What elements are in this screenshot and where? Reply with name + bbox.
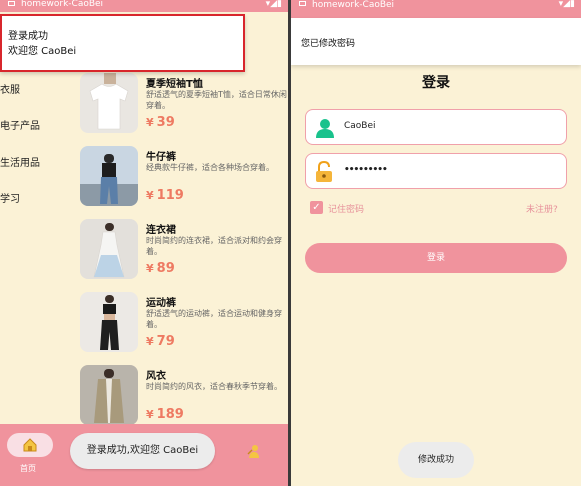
password-value: ••••••••• (344, 165, 388, 175)
lock-icon (316, 161, 332, 182)
signal-battery-icon: ▾◢▮ (265, 0, 282, 9)
product-item[interactable]: 牛仔裤 经典款牛仔裤，适合各种场合穿着。 ¥119 (80, 146, 288, 206)
product-price: ¥39 (146, 115, 175, 130)
home-icon (23, 438, 37, 452)
product-name: 夏季短袖T恤 (146, 79, 203, 90)
modify-success-toast: 修改成功 (398, 442, 474, 478)
login-screen: homework-CaoBei ▾◢▮ 您已修改密码 登录 CaoBei •••… (291, 0, 581, 486)
product-item[interactable]: 运动裤 舒适透气的运动裤，适合运动和健身穿着。 ¥79 (80, 292, 288, 352)
password-field[interactable]: ••••••••• (305, 153, 567, 189)
page-title: 登录 (422, 75, 450, 91)
checkbox-checked-icon[interactable]: ✓ (310, 201, 323, 214)
product-item[interactable]: 风衣 时尚简约的风衣，适合春秋季节穿着。 ¥189 (80, 365, 288, 425)
login-toast: 登录成功,欢迎您 CaoBei (70, 433, 215, 469)
notification-title: 登录成功 (8, 31, 48, 42)
notification-body: 欢迎您 CaoBei (8, 46, 77, 57)
tab-home-label: 首页 (20, 464, 36, 473)
username-value: CaoBei (344, 121, 376, 131)
bottom-tab-bar: 首页 登录成功,欢迎您 CaoBei (0, 424, 288, 486)
tab-profile[interactable] (246, 443, 262, 463)
user-icon (316, 119, 334, 138)
product-item[interactable]: 连衣裙 时尚简约的连衣裙，适合派对和约会穿着。 ¥89 (80, 219, 288, 279)
category-clothes[interactable]: 衣服 (0, 81, 20, 96)
product-name: 风衣 (146, 371, 166, 382)
tab-home[interactable] (7, 433, 53, 457)
product-price: ¥119 (146, 188, 184, 203)
username-field[interactable]: CaoBei (305, 109, 567, 145)
product-description: 时尚简约的连衣裙，适合派对和约会穿着。 (146, 236, 282, 256)
category-daily-goods[interactable]: 生活用品 (0, 154, 40, 169)
category-electronics[interactable]: 电子产品 (0, 117, 40, 132)
status-app-title: homework-CaoBei (312, 0, 395, 10)
product-name: 连衣裙 (146, 225, 176, 236)
status-bar: homework-CaoBei ▾◢▮ (0, 0, 288, 12)
product-image-dress (80, 219, 138, 279)
register-link[interactable]: 未注册? (526, 202, 558, 215)
status-bar: homework-CaoBei ▾◢▮ (291, 0, 581, 18)
profile-icon (247, 445, 259, 458)
product-image-jeans (80, 146, 138, 206)
login-success-notification[interactable]: 登录成功 欢迎您 CaoBei (0, 14, 245, 72)
product-price: ¥79 (146, 334, 175, 349)
product-image-tshirt (80, 73, 138, 133)
app-icon (299, 1, 306, 6)
shop-screen: homework-CaoBei ▾◢▮ 衣服 电子产品 生活用品 学习 夏季短袖… (0, 0, 288, 486)
product-description: 舒适透气的夏季短袖T恤，适合日常休闲穿着。 (146, 90, 287, 110)
product-name: 运动裤 (146, 298, 176, 309)
app-icon (8, 1, 15, 6)
category-study[interactable]: 学习 (0, 190, 20, 205)
remember-password-label: 记住密码 (328, 205, 365, 215)
product-image-trench-coat (80, 365, 138, 425)
product-price: ¥89 (146, 261, 175, 276)
product-price: ¥189 (146, 407, 184, 422)
password-changed-notification[interactable]: 您已修改密码 (291, 18, 581, 65)
product-name: 牛仔裤 (146, 152, 176, 163)
product-description: 舒适透气的运动裤，适合运动和健身穿着。 (146, 309, 282, 329)
product-image-sportswear (80, 292, 138, 352)
product-description: 时尚简约的风衣，适合春秋季节穿着。 (146, 382, 282, 391)
product-description: 经典款牛仔裤，适合各种场合穿着。 (146, 163, 274, 172)
status-app-title: homework-CaoBei (21, 0, 104, 9)
product-item[interactable]: 夏季短袖T恤 舒适透气的夏季短袖T恤，适合日常休闲穿着。 ¥39 (80, 73, 288, 133)
signal-battery-icon: ▾◢▮ (558, 0, 575, 9)
login-button[interactable]: 登录 (305, 243, 567, 273)
